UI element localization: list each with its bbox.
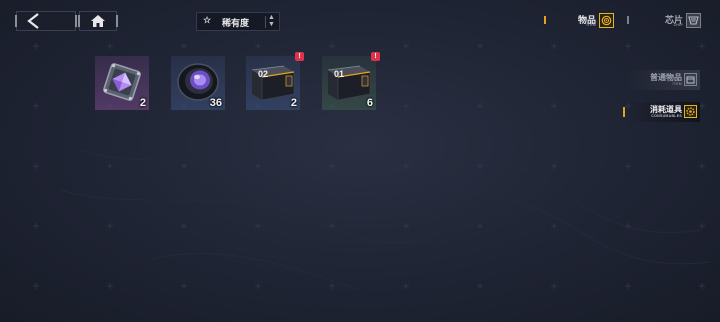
grid-crosshair-mark: [477, 43, 483, 49]
grid-crosshair-mark: [551, 223, 557, 229]
grid-crosshair-mark: [181, 223, 187, 229]
grid-crosshair-mark: [403, 283, 409, 289]
grid-crosshair-mark: [329, 283, 335, 289]
grid-crosshair-mark: [107, 163, 113, 169]
side-tab-consumables-sublabel: CONSUMABLES: [651, 114, 682, 118]
grid-crosshair-mark: [107, 43, 113, 49]
inventory-item-crate-01[interactable]: 01 ! 6: [322, 52, 380, 110]
grid-crosshair-mark: [551, 103, 557, 109]
side-tab-normal-sublabel: ITEM: [672, 82, 682, 86]
tab-indicator: [627, 16, 629, 24]
grid-crosshair-mark: [551, 163, 557, 169]
grid-crosshair-mark: [107, 223, 113, 229]
grid-crosshair-mark: [33, 103, 39, 109]
grid-crosshair-mark: [107, 283, 113, 289]
inventory-item-crystal[interactable]: 2: [95, 56, 149, 110]
side-tab-consumables[interactable]: 消耗道具 CONSUMABLES: [623, 102, 700, 122]
home-icon: [91, 15, 105, 27]
grid-crosshair-mark: [625, 223, 631, 229]
arrow-down-icon: ▼: [268, 21, 275, 28]
grid-crosshair-mark: [699, 283, 705, 289]
back-button[interactable]: [15, 11, 77, 31]
new-alert-badge: !: [295, 52, 304, 61]
crate-number: 01: [334, 69, 344, 79]
home-button[interactable]: [78, 11, 118, 31]
side-tab-normal-items[interactable]: 普通物品 ITEM: [626, 70, 700, 90]
grid-crosshair-mark: [551, 43, 557, 49]
new-alert-badge: !: [371, 52, 380, 61]
item-count: 2: [290, 97, 297, 109]
grid-crosshair-mark: [33, 163, 39, 169]
grid-crosshair-mark: [181, 43, 187, 49]
grid-crosshair-mark: [403, 163, 409, 169]
grid-crosshair-mark: [33, 43, 39, 49]
sort-order-icon[interactable]: ▲ ▼: [268, 14, 275, 28]
tab-chips-sublabel: CHIP: [673, 23, 683, 27]
tab-indicator: [544, 16, 546, 24]
sort-by-rarity-button[interactable]: ☆ 稀有度 ▲ ▼: [196, 12, 280, 31]
arrow-up-icon: ▲: [268, 14, 275, 21]
items-tab-icon: [599, 13, 614, 28]
grid-crosshair-mark: [403, 223, 409, 229]
background-grid: [33, 43, 711, 291]
grid-crosshair-mark: [699, 163, 705, 169]
grid-crosshair-mark: [403, 43, 409, 49]
chevron-left-icon: [27, 13, 39, 29]
grid-crosshair-mark: [477, 223, 483, 229]
item-count: 2: [139, 97, 146, 109]
grid-crosshair-mark: [181, 163, 187, 169]
grid-crosshair-mark: [255, 283, 261, 289]
inventory-item-lens[interactable]: 36: [171, 56, 225, 110]
grid-crosshair-mark: [403, 103, 409, 109]
tab-chips[interactable]: 芯片 CHIP: [627, 12, 705, 30]
sort-label: 稀有度: [222, 18, 250, 28]
grid-crosshair-mark: [699, 223, 705, 229]
grid-crosshair-mark: [329, 163, 335, 169]
item-count: 36: [209, 97, 222, 109]
crate-number: 02: [258, 69, 268, 79]
grid-crosshair-mark: [477, 283, 483, 289]
grid-crosshair-mark: [255, 223, 261, 229]
divider: [265, 16, 266, 28]
grid-crosshair-mark: [33, 283, 39, 289]
item-count: 6: [366, 97, 373, 109]
grid-crosshair-mark: [181, 283, 187, 289]
grid-crosshair-mark: [625, 163, 631, 169]
grid-crosshair-mark: [329, 223, 335, 229]
inventory-item-crate-02[interactable]: 02 ! 2: [246, 52, 304, 110]
grid-crosshair-mark: [329, 43, 335, 49]
grid-crosshair-mark: [255, 43, 261, 49]
gear-icon: [684, 105, 697, 118]
star-icon: ☆: [203, 15, 212, 25]
grid-crosshair-mark: [551, 283, 557, 289]
tab-items[interactable]: 物品 ITEM: [544, 12, 618, 30]
grid-crosshair-mark: [699, 43, 705, 49]
grid-crosshair-mark: [477, 103, 483, 109]
tab-items-sublabel: ITEM: [586, 23, 596, 27]
grid-crosshair-mark: [33, 223, 39, 229]
grid-crosshair-mark: [255, 163, 261, 169]
box-icon: [684, 73, 697, 86]
chip-icon: [686, 13, 701, 28]
grid-crosshair-mark: [625, 43, 631, 49]
grid-crosshair-mark: [625, 283, 631, 289]
grid-crosshair-mark: [477, 163, 483, 169]
